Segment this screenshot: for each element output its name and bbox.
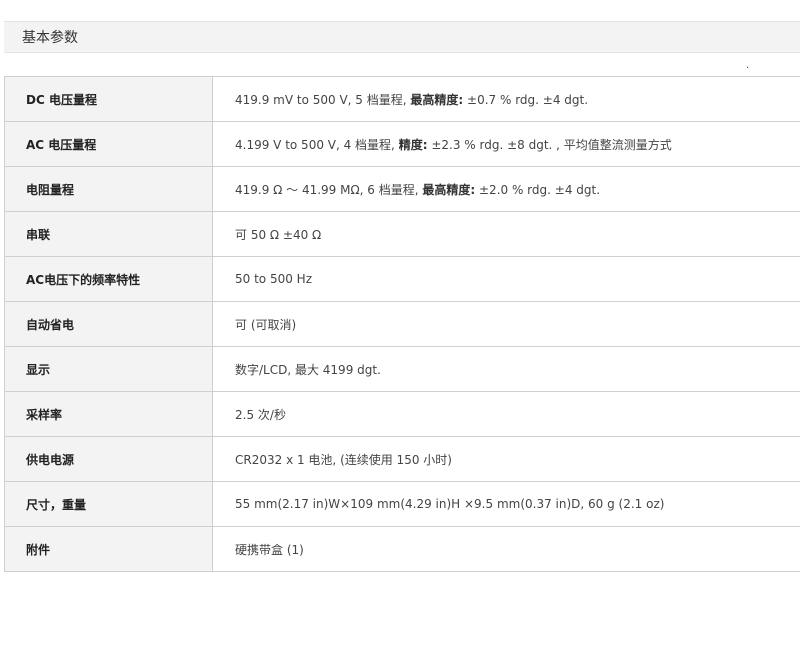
spec-value-text: 硬携带盒 (1) (235, 542, 304, 557)
table-row: 自动省电 可 (可取消) (4, 301, 800, 347)
spec-value: 可 (可取消) (212, 301, 800, 347)
spec-label: AC电压下的频率特性 (4, 256, 213, 302)
spec-value: 50 to 500 Hz (212, 256, 800, 302)
spec-value-emphasis: 精度: (398, 137, 428, 152)
table-row: 尺寸，重量 55 mm(2.17 in)W×109 mm(4.29 in)H ×… (4, 481, 800, 527)
spec-value-text: CR2032 x 1 电池, (连续使用 150 小时) (235, 452, 452, 467)
table-row: 显示 数字/LCD, 最大 4199 dgt. (4, 346, 800, 392)
spec-label: 电阻量程 (4, 166, 213, 212)
spec-label: AC 电压量程 (4, 121, 213, 167)
spec-value-text: 4.199 V to 500 V, 4 档量程, (235, 137, 399, 152)
table-row: 串联 可 50 Ω ±40 Ω (4, 211, 800, 257)
spec-value: 数字/LCD, 最大 4199 dgt. (212, 346, 800, 392)
spec-label: 采样率 (4, 391, 213, 437)
spec-value-text: 2.5 次/秒 (235, 407, 286, 422)
spec-table: DC 电压量程 419.9 mV to 500 V, 5 档量程, 最高精度: … (4, 76, 800, 572)
spec-value-text: 419.9 mV to 500 V, 5 档量程, (235, 92, 411, 107)
spec-value-text: ±0.7 % rdg. ±4 dgt. (463, 92, 589, 107)
table-row: 附件 硬携带盒 (1) (4, 526, 800, 572)
spec-label: 供电电源 (4, 436, 213, 482)
stray-dot-mark: . (746, 60, 750, 71)
spec-value: 2.5 次/秒 (212, 391, 800, 437)
section-title: 基本参数 (22, 30, 78, 46)
table-row: 采样率 2.5 次/秒 (4, 391, 800, 437)
spec-value-emphasis: 最高精度: (410, 92, 464, 107)
spec-value: 419.9 mV to 500 V, 5 档量程, 最高精度: ±0.7 % r… (212, 76, 800, 122)
table-row: AC电压下的频率特性 50 to 500 Hz (4, 256, 800, 302)
spec-value-text: ±2.3 % rdg. ±8 dgt. , 平均值整流测量方式 (427, 137, 672, 152)
spec-value: 可 50 Ω ±40 Ω (212, 211, 800, 257)
table-row: 电阻量程 419.9 Ω ～ 41.99 MΩ, 6 档量程, 最高精度: ±2… (4, 166, 800, 212)
spec-value-text: 可 50 Ω ±40 Ω (235, 227, 322, 242)
section-header: 基本参数 (4, 21, 800, 53)
spec-value-text: 可 (可取消) (235, 317, 297, 332)
spec-value: CR2032 x 1 电池, (连续使用 150 小时) (212, 436, 800, 482)
spec-value-text: 数字/LCD, 最大 4199 dgt. (235, 362, 381, 377)
spec-label: 自动省电 (4, 301, 213, 347)
spec-value-emphasis: 最高精度: (422, 182, 476, 197)
spec-label: 尺寸，重量 (4, 481, 213, 527)
spec-value: 419.9 Ω ～ 41.99 MΩ, 6 档量程, 最高精度: ±2.0 % … (212, 166, 800, 212)
spec-label: 显示 (4, 346, 213, 392)
table-row: AC 电压量程 4.199 V to 500 V, 4 档量程, 精度: ±2.… (4, 121, 800, 167)
spec-value-text: 419.9 Ω ～ 41.99 MΩ, 6 档量程, (235, 182, 423, 197)
table-row: DC 电压量程 419.9 mV to 500 V, 5 档量程, 最高精度: … (4, 76, 800, 122)
spec-label: 串联 (4, 211, 213, 257)
table-row: 供电电源 CR2032 x 1 电池, (连续使用 150 小时) (4, 436, 800, 482)
spec-label: DC 电压量程 (4, 76, 213, 122)
spec-value-text: 50 to 500 Hz (235, 272, 312, 286)
spec-value-text: 55 mm(2.17 in)W×109 mm(4.29 in)H ×9.5 mm… (235, 497, 665, 511)
spec-value: 55 mm(2.17 in)W×109 mm(4.29 in)H ×9.5 mm… (212, 481, 800, 527)
spec-value: 硬携带盒 (1) (212, 526, 800, 572)
spec-label: 附件 (4, 526, 213, 572)
spec-value: 4.199 V to 500 V, 4 档量程, 精度: ±2.3 % rdg.… (212, 121, 800, 167)
spec-value-text: ±2.0 % rdg. ±4 dgt. (475, 182, 601, 197)
